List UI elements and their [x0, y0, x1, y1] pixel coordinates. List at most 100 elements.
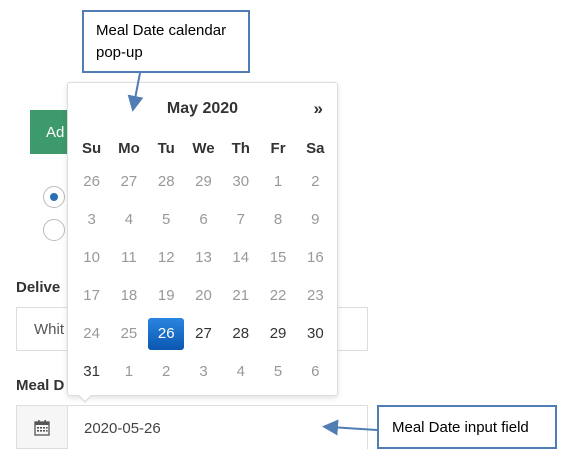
calendar-day[interactable]: 2: [148, 353, 185, 391]
calendar-day-label: 28: [232, 325, 250, 342]
calendar-popup-callout: Meal Date calendar pop-up: [82, 10, 250, 73]
calendar-day[interactable]: 2: [297, 163, 334, 201]
weekday-we: We: [192, 139, 215, 157]
calendar-day[interactable]: 28: [148, 163, 185, 201]
calendar-day[interactable]: 28: [222, 315, 259, 353]
calendar-day-label: 24: [83, 325, 100, 342]
calendar-day-label: 9: [311, 211, 320, 228]
calendar-day-label: 13: [195, 249, 212, 266]
calendar-icon[interactable]: [17, 406, 68, 448]
calendar-day[interactable]: 9: [297, 201, 334, 239]
delivery-select-value: Whit: [34, 320, 64, 338]
calendar-day[interactable]: 14: [222, 239, 259, 277]
calendar-day[interactable]: 26: [73, 163, 110, 201]
calendar-day-label: 21: [232, 287, 250, 304]
next-month-button[interactable]: »: [314, 99, 323, 119]
calendar-day[interactable]: 29: [259, 315, 296, 353]
calendar-day[interactable]: 3: [185, 353, 222, 391]
calendar-day-label: 26: [83, 173, 100, 190]
calendar-day-label: 18: [120, 287, 138, 304]
calendar-day[interactable]: 3: [73, 201, 110, 239]
calendar-day[interactable]: 6: [185, 201, 222, 239]
calendar-day[interactable]: 20: [185, 277, 222, 315]
radio-option-2[interactable]: [43, 219, 65, 241]
calendar-day[interactable]: 12: [148, 239, 185, 277]
calendar-day[interactable]: 27: [110, 163, 147, 201]
calendar-day-label: 6: [199, 211, 208, 228]
calendar-day-label: 31: [83, 363, 100, 380]
calendar-day[interactable]: 18: [110, 277, 147, 315]
calendar-day-label: 2: [162, 363, 171, 380]
calendar-day[interactable]: 24: [73, 315, 110, 353]
calendar-day-label: 29: [269, 325, 287, 342]
calendar-day-label: 23: [307, 287, 324, 304]
weekday-fr: Fr: [270, 139, 286, 157]
calendar-day[interactable]: 27: [185, 315, 222, 353]
calendar-day-label: 8: [273, 211, 283, 228]
meal-date-input[interactable]: [68, 406, 367, 450]
input-field-callout: Meal Date input field: [377, 405, 557, 449]
calendar-day-label: 7: [236, 211, 245, 228]
calendar-day[interactable]: 21: [222, 277, 259, 315]
calendar-day-label: 14: [232, 249, 250, 266]
calendar-day-label: 4: [236, 363, 245, 380]
calendar-day[interactable]: 4: [222, 353, 259, 391]
calendar-week-row: 17 18 19 20 21 22 23: [73, 277, 334, 315]
calendar-week-row: 10 11 12 13 14 15 16: [73, 239, 334, 277]
delivery-label: Delive: [16, 279, 61, 296]
calendar-day[interactable]: 13: [185, 239, 222, 277]
weekday-tu: Tu: [157, 139, 175, 157]
calendar-day[interactable]: 30: [222, 163, 259, 201]
weekday-th: Th: [231, 139, 250, 157]
calendar-week-row: 31 1 2 3 4 5 6: [73, 353, 334, 391]
weekday-sa: Sa: [306, 139, 325, 157]
popup-caret-inner: [78, 394, 92, 401]
calendar-day-label: 5: [162, 211, 171, 228]
calendar-day[interactable]: 1: [110, 353, 147, 391]
calendar-day-label: 11: [121, 249, 137, 266]
calendar-day-selected[interactable]: 26: [148, 315, 185, 353]
calendar-day[interactable]: 6: [297, 353, 334, 391]
calendar-day-label: 4: [124, 211, 134, 228]
calendar-day-label: 16: [307, 249, 324, 266]
calendar-day-label: 26: [148, 318, 185, 350]
calendar-day[interactable]: 25: [110, 315, 147, 353]
calendar-day-label: 19: [157, 287, 175, 304]
weekday-mo: Mo: [118, 139, 140, 157]
calendar-day[interactable]: 8: [259, 201, 296, 239]
calendar-day-label: 12: [157, 249, 175, 266]
calendar-day[interactable]: 17: [73, 277, 110, 315]
calendar-day-label: 20: [195, 287, 212, 304]
meal-date-input-group: [16, 405, 368, 450]
calendar-day-label: 17: [83, 287, 100, 304]
calendar-header: May 2020 »: [68, 83, 337, 133]
calendar-day[interactable]: 30: [297, 315, 334, 353]
calendar-day[interactable]: 15: [259, 239, 296, 277]
calendar-day[interactable]: 7: [222, 201, 259, 239]
calendar-week-row: 3 4 5 6 7 8 9: [73, 201, 334, 239]
calendar-day[interactable]: 11: [110, 239, 147, 277]
calendar-day[interactable]: 4: [110, 201, 147, 239]
meal-date-calendar-popup: May 2020 » Su Mo Tu We Th Fr Sa 26 27 28 29 30 1 2 3 4…: [67, 82, 338, 396]
calendar-week-row: 26 27 28 29 30 1 2: [73, 163, 334, 201]
calendar-month-title[interactable]: May 2020: [68, 100, 337, 118]
calendar-day[interactable]: 19: [148, 277, 185, 315]
calendar-day-label: 22: [269, 287, 287, 304]
calendar-week-row: 24 25 26 27 28 29 30: [73, 315, 334, 353]
calendar-day[interactable]: 5: [259, 353, 296, 391]
calendar-day[interactable]: 23: [297, 277, 334, 315]
calendar-day-label: 30: [307, 325, 324, 342]
calendar-day[interactable]: 31: [73, 353, 110, 391]
calendar-day[interactable]: 1: [259, 163, 296, 201]
radio-option-1[interactable]: [43, 186, 65, 208]
calendar-day[interactable]: 5: [148, 201, 185, 239]
calendar-day-label: 1: [273, 173, 283, 190]
calendar-day-label: 25: [120, 325, 138, 342]
calendar-day-label: 3: [199, 363, 208, 380]
calendar-day[interactable]: 16: [297, 239, 334, 277]
calendar-day-label: 15: [269, 249, 287, 266]
calendar-day[interactable]: 22: [259, 277, 296, 315]
calendar-day[interactable]: 10: [73, 239, 110, 277]
calendar-day[interactable]: 29: [185, 163, 222, 201]
calendar-day-label: 27: [195, 325, 212, 342]
